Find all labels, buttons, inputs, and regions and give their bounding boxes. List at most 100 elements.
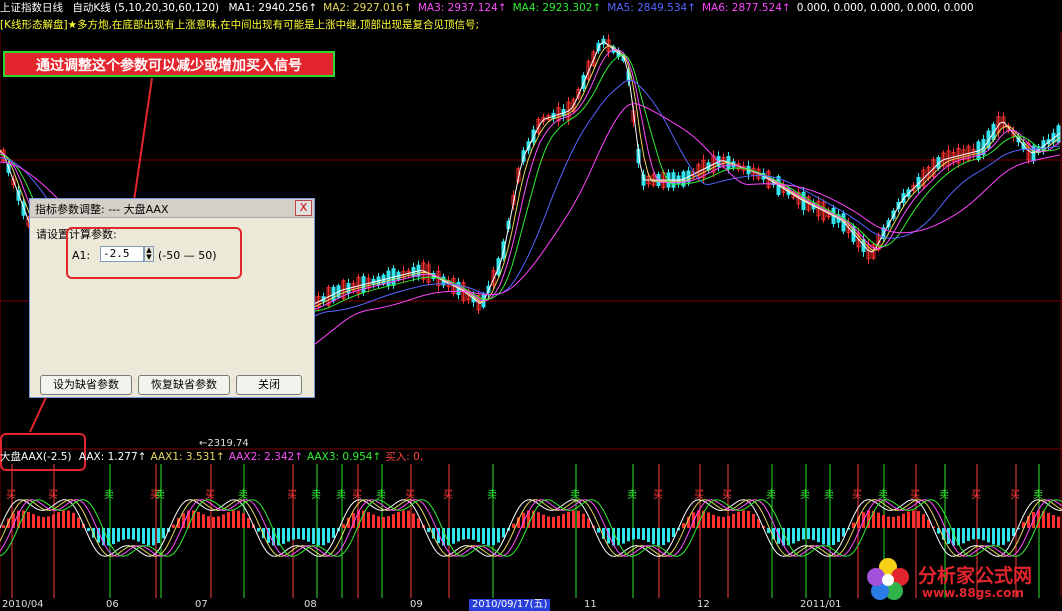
pattern-hint: [K线形态解盘]★多方炮,在底部出现有上涨意味,在中间出现有可能是上涨中继,顶部… xyxy=(0,19,480,31)
osc-bar xyxy=(912,510,915,528)
osc-bar xyxy=(202,514,205,528)
date-tick: 06 xyxy=(106,599,119,610)
indicator-name[interactable]: 大盘AAX(-2.5) xyxy=(0,451,72,463)
osc-bar xyxy=(737,511,740,528)
set-default-button[interactable]: 设为缺省参数 xyxy=(40,375,132,395)
sell-signal: 卖 xyxy=(376,490,386,501)
ma-legend: MA1: 2940.256↑ MA2: 2927.016↑ MA3: 2937.12… xyxy=(228,2,979,14)
date-tick: 12 xyxy=(697,599,710,610)
osc-bar xyxy=(572,510,575,528)
osc-bar xyxy=(172,524,175,528)
osc-bar xyxy=(652,528,655,545)
osc-bar xyxy=(157,528,160,544)
buy-signal: 买 xyxy=(852,490,862,501)
site-logo: 分析家公式网 www.88gs.com xyxy=(860,555,1060,609)
osc-bar xyxy=(287,528,290,542)
osc-bar xyxy=(477,528,480,542)
flower-icon xyxy=(867,558,909,600)
ma-legend-item: 0.000, 0.000, 0.000, 0.000, 0.000 xyxy=(796,2,974,14)
osc-bar xyxy=(147,528,150,546)
date-tick: 2010/04 xyxy=(2,599,44,610)
osc-bar xyxy=(207,516,210,528)
osc-bar xyxy=(162,528,165,539)
dialog-title: 指标参数调整: --- 大盘AAX xyxy=(35,203,169,216)
sell-signal: 卖 xyxy=(766,490,776,501)
osc-bar xyxy=(832,528,835,545)
osc-bar xyxy=(302,528,305,540)
osc-bar xyxy=(662,528,665,546)
dialog-titlebar[interactable]: 指标参数调整: --- 大盘AAX X xyxy=(30,199,314,218)
osc-bar xyxy=(57,512,60,528)
sell-signal: 卖 xyxy=(104,490,114,501)
buy-signal: 买 xyxy=(48,490,58,501)
ma-legend-item: MA1: 2940.256↑ xyxy=(228,2,318,14)
osc-bar xyxy=(722,516,725,528)
osc-bar xyxy=(502,528,505,538)
osc-bar xyxy=(247,517,250,528)
chart-mode: 自动K线 xyxy=(72,2,111,14)
ma-legend-item: MA4: 2923.302↑ xyxy=(512,2,602,14)
osc-bar xyxy=(797,528,800,542)
osc-bar xyxy=(317,528,320,546)
buy-signal: 买 xyxy=(6,490,16,501)
indicator-value: 买入: 0, xyxy=(385,451,424,463)
osc-bar xyxy=(117,528,120,542)
osc-bar xyxy=(647,528,650,543)
indicator-value: AAX: 1.277↑ xyxy=(78,451,147,463)
indicator-value: AAX2: 2.342↑ xyxy=(228,451,303,463)
osc-bar xyxy=(242,513,245,528)
date-highlight: 2010/09/17(五) xyxy=(469,599,551,611)
annotation-callout: 通过调整这个参数可以减少或增加买入信号 xyxy=(3,51,335,77)
osc-bar xyxy=(922,514,925,528)
osc-bar xyxy=(732,513,735,528)
osc-bar xyxy=(972,528,975,540)
osc-bar xyxy=(482,528,485,545)
osc-bar xyxy=(837,528,840,542)
osc-bar xyxy=(417,518,420,528)
osc-bar xyxy=(727,515,730,528)
osc-bar xyxy=(42,516,45,528)
osc-bar xyxy=(212,516,215,528)
sell-signal: 卖 xyxy=(939,490,949,501)
osc-bar xyxy=(627,528,630,542)
osc-bar xyxy=(962,528,965,544)
osc-bar xyxy=(307,528,310,542)
buy-signal: 买 xyxy=(694,490,704,501)
osc-bar xyxy=(1047,512,1050,528)
osc-bar xyxy=(822,528,825,545)
buy-signal: 买 xyxy=(405,490,415,501)
osc-bar xyxy=(217,516,220,528)
osc-bar xyxy=(752,513,755,528)
param-highlight-box xyxy=(66,227,242,279)
osc-bar xyxy=(77,517,80,528)
osc-bar xyxy=(622,528,625,544)
osc-bar xyxy=(827,528,830,546)
osc-bar xyxy=(67,510,70,528)
osc-bar xyxy=(142,528,145,544)
osc-bar xyxy=(892,516,895,528)
osc-bar xyxy=(402,510,405,528)
osc-bar xyxy=(987,528,990,543)
indicator-value: AAX1: 3.531↑ xyxy=(150,451,225,463)
osc-bar xyxy=(1057,516,1060,528)
close-icon[interactable]: X xyxy=(295,200,312,216)
osc-bar xyxy=(742,510,745,528)
osc-bar xyxy=(552,516,555,528)
osc-bar xyxy=(392,514,395,528)
osc-bar xyxy=(997,528,1000,546)
close-button[interactable]: 关闭 xyxy=(236,375,302,395)
osc-bar xyxy=(537,512,540,528)
osc-bar xyxy=(387,516,390,528)
logo-name: 分析家公式网 xyxy=(918,565,1033,587)
osc-bar xyxy=(467,528,470,540)
osc-bar xyxy=(407,510,410,528)
osc-bar xyxy=(977,528,980,540)
osc-bar xyxy=(707,512,710,528)
osc-bar xyxy=(382,516,385,528)
restore-default-button[interactable]: 恢复缺省参数 xyxy=(138,375,230,395)
osc-bar xyxy=(512,523,515,528)
osc-bar xyxy=(322,528,325,546)
osc-bar xyxy=(472,528,475,540)
osc-bar xyxy=(197,512,200,528)
date-tick: 11 xyxy=(584,599,597,610)
